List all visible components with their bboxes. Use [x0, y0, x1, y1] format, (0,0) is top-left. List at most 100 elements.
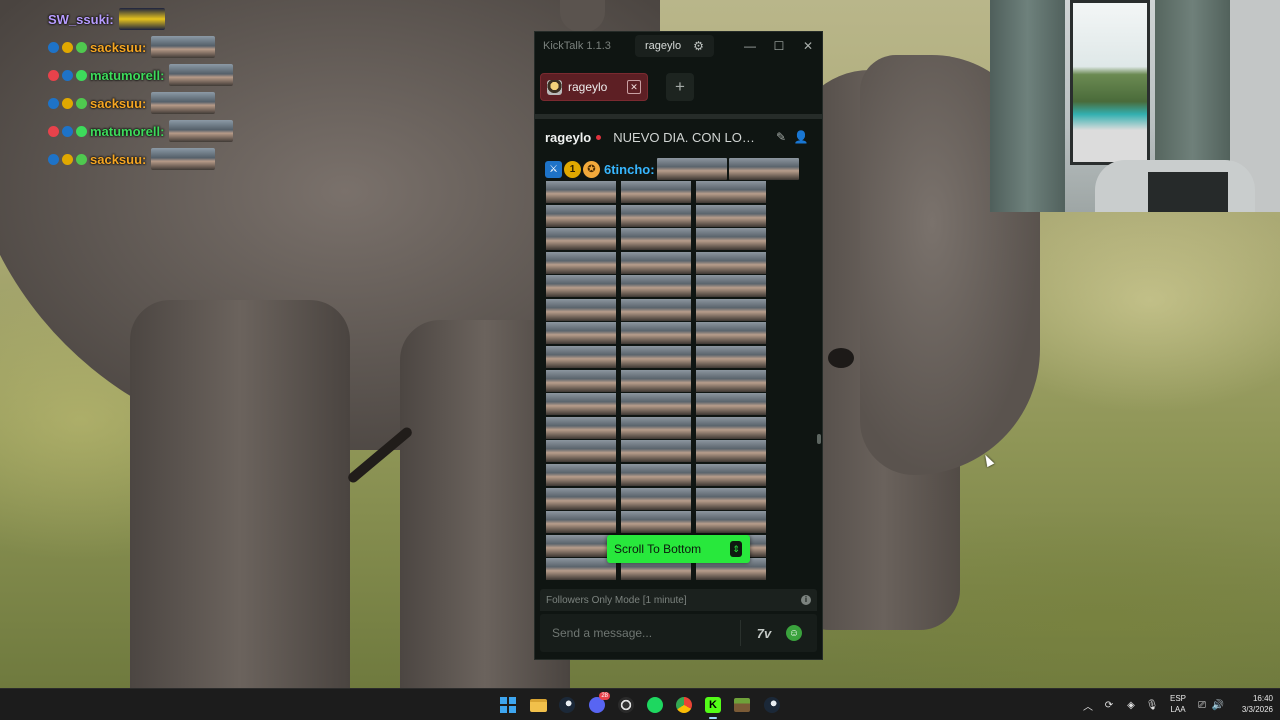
info-icon[interactable]: i: [801, 595, 811, 605]
stream-chat-overlay: SW_ssuki: sacksuu: matumorell: sacksuu: matu…: [48, 5, 288, 173]
badge-icon: [48, 153, 59, 165]
clock-time: 16:40: [1252, 694, 1273, 703]
emote: [151, 148, 216, 170]
emote: [621, 440, 691, 463]
emote: [696, 464, 766, 487]
pin-icon[interactable]: ✎: [773, 129, 789, 145]
stream-title: NUEVO DIA. CON LOS TI...: [613, 129, 764, 145]
divider: [740, 620, 741, 646]
tab-rageylo[interactable]: rageylo ✕: [540, 73, 648, 101]
chat-username[interactable]: 6tincho:: [604, 162, 655, 177]
emote: [621, 346, 691, 369]
steam-icon[interactable]: [761, 694, 783, 716]
badge-icon: [76, 125, 87, 137]
discord-icon[interactable]: 28: [586, 692, 610, 716]
emote: [546, 393, 616, 416]
tab-label: rageylo: [568, 80, 608, 94]
chrome-icon[interactable]: [673, 694, 695, 716]
emote: [546, 322, 616, 345]
close-tab-icon[interactable]: ✕: [627, 80, 641, 94]
overlay-chat-line: sacksuu:: [48, 89, 288, 117]
badge-icon: [62, 41, 73, 53]
message-input[interactable]: [540, 614, 740, 652]
emote: [621, 251, 691, 274]
badge-icon: [62, 97, 73, 109]
account-username: rageylo: [645, 40, 682, 52]
emote: [169, 64, 234, 86]
start-icon[interactable]: [497, 694, 519, 716]
emote: [621, 298, 691, 321]
kicktalk-window: KickTalk 1.1.3 rageylo ⚙ — ☐ ✕ rageylo ✕…: [534, 31, 823, 660]
sync-icon[interactable]: ⟳: [1102, 698, 1116, 712]
badge-icon: [48, 125, 59, 137]
scroll-to-bottom-label: Scroll To Bottom: [614, 542, 702, 556]
clock[interactable]: 16:40 3/3/2026: [1229, 693, 1273, 715]
overlay-username: sacksuu:: [90, 151, 147, 167]
elephant-leg: [130, 300, 350, 688]
close-icon[interactable]: ✕: [799, 37, 817, 55]
arrow-down-icon: ⇕: [730, 541, 742, 557]
emote: [621, 464, 691, 487]
chevron-up-icon[interactable]: ︿: [1081, 698, 1095, 713]
minimize-icon[interactable]: —: [741, 37, 759, 55]
emote: [696, 393, 766, 416]
kick-icon[interactable]: K: [702, 694, 724, 719]
badge-icon: [62, 125, 73, 137]
emote: [546, 275, 616, 298]
emote: [546, 440, 616, 463]
badge-icon: [76, 69, 87, 81]
account-pill[interactable]: rageylo ⚙: [635, 35, 714, 57]
emote: [696, 487, 766, 510]
network-icon[interactable]: ⎚: [1195, 698, 1209, 712]
language-indicator[interactable]: ESP LAA: [1168, 693, 1188, 715]
chat-messages[interactable]: ⚔ 1 ✪ 6tincho:: [535, 155, 815, 585]
emote: [621, 228, 691, 251]
live-indicator: [596, 134, 602, 140]
volume-icon[interactable]: 🔊: [1211, 698, 1225, 712]
scroll-to-bottom-button[interactable]: Scroll To Bottom ⇕: [607, 535, 750, 563]
chat-message: ⚔ 1 ✪ 6tincho:: [545, 158, 799, 180]
kick-emote-icon[interactable]: ☺: [786, 625, 802, 641]
app-title: KickTalk 1.1.3: [543, 40, 611, 52]
badge-icon: [48, 41, 59, 53]
badge-icon: [48, 69, 59, 81]
user-icon[interactable]: 👤: [793, 129, 809, 145]
overlay-username: matumorell:: [90, 123, 165, 139]
subscriber-badge-icon: 1: [564, 160, 581, 178]
emote: [546, 511, 616, 534]
minecraft-icon[interactable]: [731, 694, 753, 716]
channel-header: rageylo NUEVO DIA. CON LOS TI... ✎ 👤: [535, 119, 822, 155]
emote: [546, 298, 616, 321]
badge-icon: [48, 97, 59, 109]
active-indicator: [709, 717, 717, 719]
emote: [656, 158, 727, 180]
emote: [696, 298, 766, 321]
obs-icon[interactable]: [615, 694, 637, 716]
steam-icon[interactable]: [556, 694, 578, 716]
microphone-icon[interactable]: 🎙: [1145, 698, 1159, 712]
title-bar[interactable]: KickTalk 1.1.3 rageylo ⚙ — ☐ ✕: [535, 32, 822, 60]
emote: [728, 158, 799, 180]
cam-curtain-left: [990, 0, 1065, 212]
file-explorer-icon[interactable]: [527, 694, 549, 716]
overlay-chat-line: sacksuu:: [48, 145, 288, 173]
add-tab-button[interactable]: +: [666, 73, 694, 101]
emote: [621, 416, 691, 439]
overlay-chat-line: sacksuu:: [48, 33, 288, 61]
emote-spam-grid: [546, 181, 768, 581]
spotify-icon[interactable]: [644, 694, 666, 716]
scrollbar[interactable]: [817, 434, 821, 444]
emote: [696, 346, 766, 369]
seventv-emote-icon[interactable]: 7v: [754, 623, 774, 643]
cam-window-view: [1070, 0, 1150, 165]
emote: [621, 181, 691, 203]
elephant-eye: [828, 348, 854, 368]
emote: [546, 416, 616, 439]
emote: [696, 369, 766, 392]
gear-icon[interactable]: ⚙: [693, 39, 704, 53]
emote: [696, 416, 766, 439]
maximize-icon[interactable]: ☐: [770, 37, 788, 55]
emote: [621, 393, 691, 416]
security-icon[interactable]: ◈: [1124, 698, 1138, 712]
emote: [696, 275, 766, 298]
